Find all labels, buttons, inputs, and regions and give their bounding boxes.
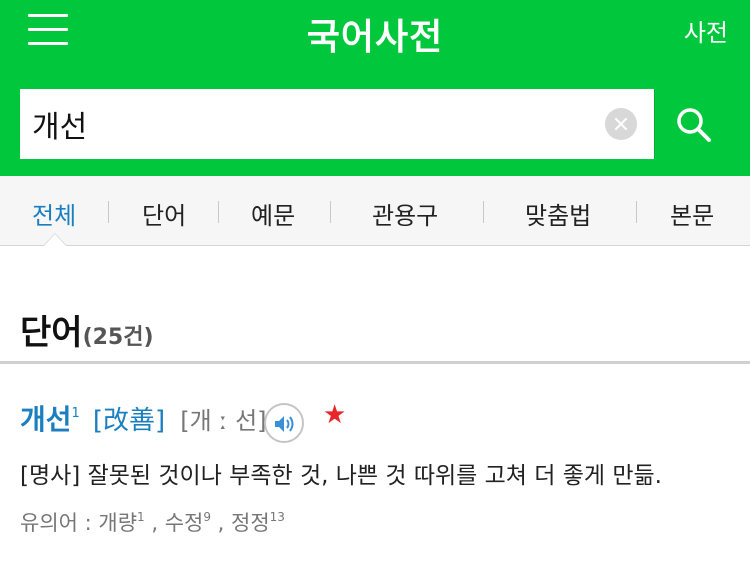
- category-tabs: 전체 단어 예문 관용구 맞춤법 본문: [0, 176, 750, 246]
- tab-word[interactable]: 단어: [142, 196, 186, 231]
- search-box: [20, 89, 654, 159]
- entry-synonyms: 유의어 : 개량1 , 수정9 , 정정13: [20, 507, 285, 537]
- page-title: 국어사전: [306, 17, 444, 58]
- active-tab-pointer: [44, 234, 66, 246]
- clear-x-icon[interactable]: [605, 108, 637, 140]
- tab-divider: [636, 201, 637, 223]
- search-button[interactable]: [654, 89, 730, 159]
- entry-definition: [명사] 잘못된 것이나 부족한 것, 나쁜 것 따위를 고쳐 더 좋게 만듦.: [20, 463, 662, 489]
- speaker-glyph: [275, 416, 294, 432]
- magnifier-icon: [677, 108, 711, 142]
- synonym-link[interactable]: 정정: [231, 511, 270, 535]
- synonym-separator: ,: [144, 511, 165, 535]
- app-header: 국어사전 사전: [0, 0, 750, 72]
- entry-pronunciation: [개 ː 선]: [180, 407, 267, 435]
- dictionary-link[interactable]: 사전: [684, 13, 728, 48]
- entry-header: 개선1 [改善] [개 ː 선] ★: [20, 398, 346, 443]
- synonym-number: 1: [137, 510, 145, 524]
- tab-divider: [218, 201, 219, 223]
- result-count: (25건): [82, 325, 154, 350]
- tab-divider: [483, 201, 484, 223]
- section-heading: 단어(25건): [20, 305, 154, 354]
- tab-divider: [108, 201, 109, 223]
- synonym-link[interactable]: 수정: [165, 511, 204, 535]
- section-title: 단어: [20, 313, 83, 353]
- tab-all[interactable]: 전체: [32, 196, 76, 231]
- tab-idiom[interactable]: 관용구: [372, 196, 438, 231]
- synonym-number: 9: [203, 510, 211, 524]
- entry-word[interactable]: 개선: [20, 403, 72, 436]
- entry-homonym-number: 1: [71, 406, 80, 421]
- synonym-link[interactable]: 개량: [98, 511, 137, 535]
- synonym-separator: ,: [210, 511, 232, 535]
- search-area: [0, 72, 750, 176]
- section-divider: [0, 361, 750, 364]
- search-input[interactable]: [32, 89, 602, 159]
- synonym-number: 13: [269, 510, 285, 524]
- speaker-icon[interactable]: [264, 403, 304, 443]
- star-icon[interactable]: ★: [323, 400, 346, 430]
- tab-body[interactable]: 본문: [670, 196, 714, 231]
- tab-spelling[interactable]: 맞춤법: [525, 196, 591, 231]
- entry-hanja: [改善]: [92, 406, 166, 436]
- synonym-label: 유의어 :: [20, 511, 99, 535]
- tab-example[interactable]: 예문: [251, 196, 295, 231]
- tab-divider: [330, 201, 331, 223]
